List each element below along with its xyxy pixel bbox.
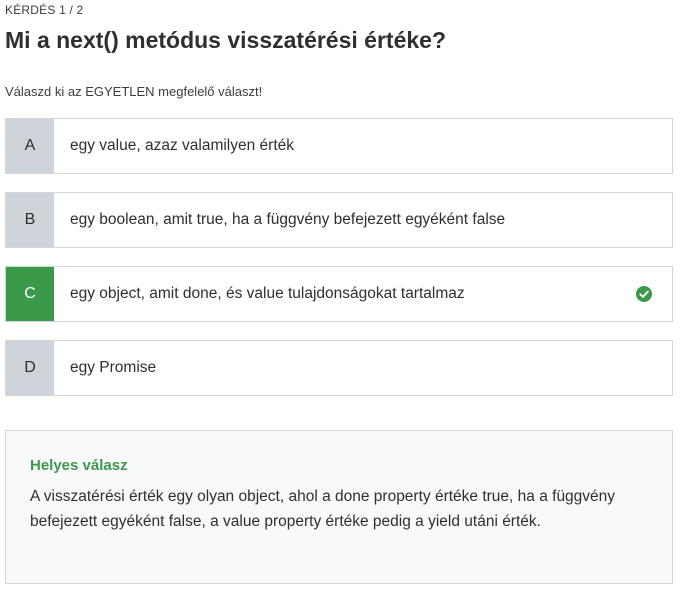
answer-letter: D: [6, 341, 54, 395]
question-title: Mi a next() metódus visszatérési értéke?: [5, 27, 446, 53]
answer-option-c[interactable]: C egy object, amit done, és value tulajd…: [5, 266, 673, 322]
answer-text: egy Promise: [70, 359, 157, 376]
answer-letter: C: [6, 267, 54, 321]
answer-option-b[interactable]: B egy boolean, amit true, ha a függvény …: [5, 192, 673, 248]
question-counter: KÉRDÉS 1 / 2: [5, 3, 84, 17]
answer-list: A egy value, azaz valamilyen érték B egy…: [5, 118, 673, 414]
explanation-panel: Helyes válasz A visszatérési érték egy o…: [5, 430, 673, 584]
answer-option-a[interactable]: A egy value, azaz valamilyen érték: [5, 118, 673, 174]
explanation-body: A visszatérési érték egy olyan object, a…: [30, 488, 616, 530]
answer-letter: B: [6, 193, 54, 247]
answer-text: egy object, amit done, és value tulajdon…: [70, 285, 465, 302]
explanation-title: Helyes válasz: [30, 457, 128, 474]
answer-text: egy boolean, amit true, ha a függvény be…: [70, 211, 506, 228]
answer-letter: A: [6, 119, 54, 173]
check-circle-icon: [636, 286, 652, 302]
instruction-text: Válaszd ki az EGYETLEN megfelelő választ…: [5, 84, 263, 99]
answer-text: egy value, azaz valamilyen érték: [70, 137, 295, 154]
answer-option-d[interactable]: D egy Promise: [5, 340, 673, 396]
